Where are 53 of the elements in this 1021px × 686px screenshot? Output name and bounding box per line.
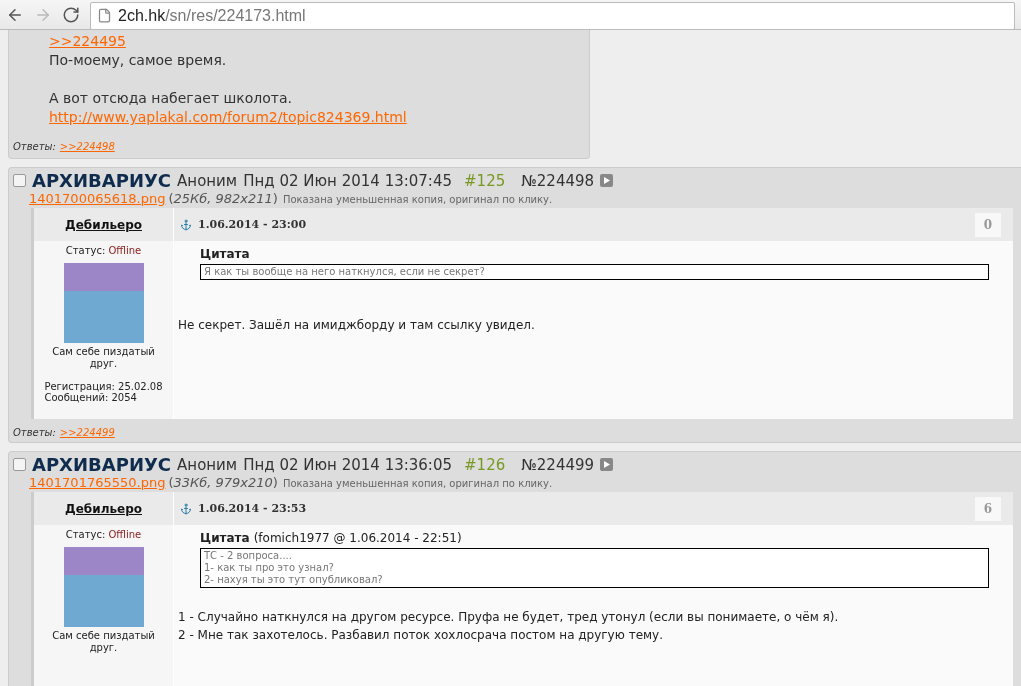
message-line: Не секрет. Зашёл на имиджборду и там ссылку увидел.	[178, 318, 536, 332]
post-date: 1.06.2014 - 23:53	[198, 502, 308, 515]
file-note: Показана уменьшенная копия, оригинал по клику.	[282, 194, 553, 205]
play-icon[interactable]	[600, 174, 614, 187]
post-counter: 0	[975, 212, 1001, 237]
post-number[interactable]: №224498	[521, 171, 595, 190]
quote-title: Цитата	[200, 531, 250, 545]
user-stat: Регистрация: 25.02.08	[44, 381, 163, 392]
quote-title: Цитата	[200, 247, 250, 261]
post-number[interactable]: №224499	[521, 455, 595, 474]
file-note: Показана уменьшенная копия, оригинал по клику.	[282, 478, 553, 489]
quote-line: Я как ты вообще на него наткнулся, если не секрет?	[204, 266, 486, 278]
quote-line: ТС - 2 вопроса....	[204, 550, 293, 562]
poster-name: Аноним	[177, 171, 238, 190]
address-bar[interactable]: 2ch.hk/sn/res/224173.html	[90, 1, 1015, 30]
poster-name: Аноним	[177, 455, 238, 474]
anchor-icon	[180, 502, 192, 515]
post-text: По-моему, самое время.	[49, 51, 228, 70]
post-index: #126	[464, 455, 506, 474]
post-link[interactable]: >>224495	[49, 33, 126, 49]
reply-link[interactable]: >>224498	[59, 141, 115, 152]
message-line: 1 - Случайно наткнулся на другом ресурсе. Пруфа не будет, тред утонул (если вы понимаете, о чём я).	[178, 610, 840, 624]
replies-label: Ответы:	[13, 427, 56, 438]
play-icon[interactable]	[600, 458, 614, 471]
quote-line: 2- нахуя ты это тут опубликовал?	[204, 574, 384, 586]
quote-line: 1- как ты про это узнал?	[204, 562, 335, 574]
post-counter: 6	[975, 496, 1001, 521]
post-checkbox[interactable]	[13, 174, 26, 187]
page-icon	[97, 8, 112, 23]
post-date: 1.06.2014 - 23:00	[198, 218, 308, 231]
file-link[interactable]: 1401700065618.png	[29, 191, 166, 206]
post-index: #125	[464, 171, 506, 190]
file-meta: (33Кб, 979x210)	[168, 475, 278, 490]
user-caption: Сам себе пиздатый друг.	[51, 630, 156, 654]
post-subject: АРХИВАРИУС	[32, 170, 172, 191]
status-text: Статус: Offline	[65, 245, 142, 256]
post-link[interactable]: http://www.yaplakal.com/forum2/topic824369.html	[49, 109, 407, 125]
file-link[interactable]: 1401701765550.png	[29, 475, 166, 490]
post-subject: АРХИВАРИУС	[32, 454, 172, 475]
post-date: Пнд 02 Июн 2014 13:36:05	[243, 455, 452, 474]
user-stat: Сообщений: 2054	[44, 392, 137, 403]
file-meta: (25Кб, 982x211)	[168, 191, 278, 206]
post-text: А вот отсюда набегает школота.	[49, 89, 294, 108]
replies-label: Ответы:	[13, 141, 56, 152]
status-text: Статус: Offline	[65, 529, 142, 540]
reload-button[interactable]	[62, 5, 80, 24]
user-caption: Сам себе пиздатый друг.	[51, 346, 156, 370]
message-line: 2 - Мне так захотелось. Разбавил поток хохлосрача постом на другую тему.	[178, 628, 664, 642]
post-date: Пнд 02 Июн 2014 13:07:45	[243, 171, 452, 190]
post-checkbox[interactable]	[13, 458, 26, 471]
quote-source: (fomich1977 @ 1.06.2014 - 22:51)	[253, 531, 462, 545]
anchor-icon	[180, 218, 192, 231]
reply-link[interactable]: >>224499	[59, 427, 115, 438]
